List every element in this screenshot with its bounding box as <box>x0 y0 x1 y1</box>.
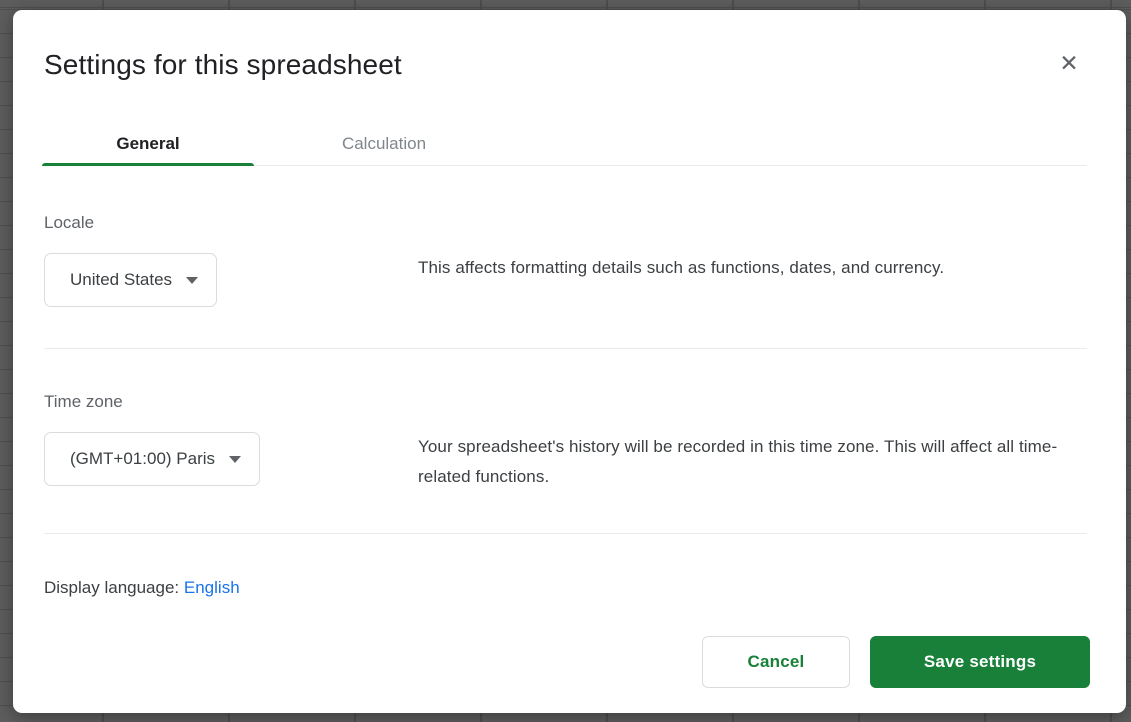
cancel-button[interactable]: Cancel <box>702 636 850 688</box>
tab-general-label: General <box>116 134 179 154</box>
display-language-row: Display language: English <box>44 534 1087 602</box>
close-icon: ✕ <box>1059 52 1078 75</box>
tab-calculation[interactable]: Calculation <box>254 122 514 165</box>
timezone-dropdown[interactable]: (GMT+01:00) Paris <box>44 432 260 486</box>
display-language-link[interactable]: English <box>184 578 240 597</box>
timezone-section: Time zone (GMT+01:00) Paris Your spreads… <box>44 349 1087 534</box>
locale-label: Locale <box>44 210 1087 236</box>
close-button[interactable]: ✕ <box>1054 48 1084 78</box>
dialog-content: Locale United States This affects format… <box>13 166 1126 602</box>
locale-dropdown-value: United States <box>70 270 172 290</box>
dialog-footer: Cancel Save settings <box>702 636 1090 688</box>
timezone-label: Time zone <box>44 389 1087 415</box>
dialog-title: Settings for this spreadsheet <box>44 46 1095 84</box>
locale-section: Locale United States This affects format… <box>44 166 1087 349</box>
chevron-down-icon <box>186 277 198 284</box>
timezone-description: Your spreadsheet's history will be recor… <box>418 432 1068 492</box>
tab-bar: General Calculation <box>44 122 1087 166</box>
locale-dropdown[interactable]: United States <box>44 253 217 307</box>
spreadsheet-settings-dialog: Settings for this spreadsheet ✕ General … <box>13 10 1126 713</box>
display-language-label: Display language: <box>44 578 179 597</box>
save-settings-button[interactable]: Save settings <box>870 636 1090 688</box>
dialog-header: Settings for this spreadsheet ✕ <box>13 10 1126 84</box>
timezone-dropdown-value: (GMT+01:00) Paris <box>70 449 215 469</box>
chevron-down-icon <box>229 456 241 463</box>
tab-general[interactable]: General <box>42 122 254 165</box>
tab-calculation-label: Calculation <box>342 134 426 154</box>
dimmed-spreadsheet-backdrop: { "dialog": { "title": "Settings for thi… <box>0 0 1131 722</box>
locale-description: This affects formatting details such as … <box>418 253 1068 283</box>
